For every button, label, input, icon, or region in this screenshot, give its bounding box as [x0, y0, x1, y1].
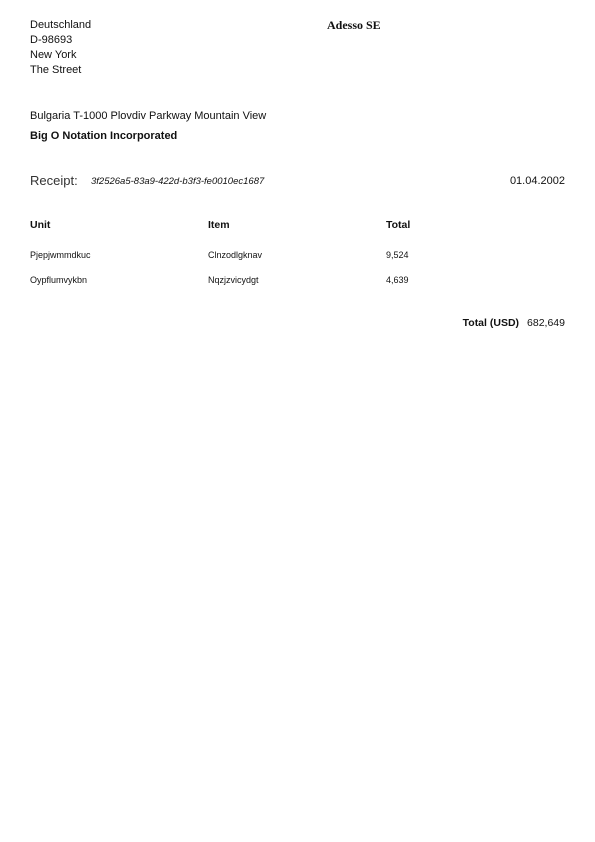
table-cell-unit: Pjepjwmmdkuc [30, 250, 91, 260]
column-header-total: Total [386, 219, 411, 231]
total-line: Total (USD) 682,649 [463, 316, 565, 330]
receipt-id: 3f2526a5-83a9-422d-b3f3-fe0010ec1687 [91, 176, 265, 187]
sender-country: Deutschland [30, 19, 92, 31]
table-cell-total: 9,524 [386, 250, 409, 260]
receipt-label: Receipt: [30, 173, 78, 188]
receipt-page: Deutschland D-98693 New York The Street … [0, 0, 595, 842]
recipient-address: Bulgaria T-1000 Plovdiv Parkway Mountain… [30, 110, 267, 122]
column-header-item: Item [208, 219, 230, 231]
table-cell-item: Nqzjzvicydgt [208, 275, 259, 285]
recipient-name: Big O Notation Incorporated [30, 130, 178, 142]
total-label: Total (USD) [462, 317, 520, 329]
table-cell-unit: Oypflumvykbn [30, 275, 88, 285]
total-value: 682,649 [527, 317, 565, 329]
sender-postal-code: D-98693 [30, 34, 73, 46]
column-header-unit: Unit [30, 219, 51, 231]
sender-city: New York [30, 49, 77, 61]
company-name: Adesso SE [327, 18, 381, 32]
sender-street: The Street [30, 64, 82, 76]
table-cell-total: 4,639 [386, 275, 409, 285]
sender-address: Deutschland D-98693 New York The Street [30, 18, 91, 78]
table-cell-item: Clnzodlgknav [208, 250, 263, 260]
receipt-date: 01.04.2002 [509, 175, 565, 187]
